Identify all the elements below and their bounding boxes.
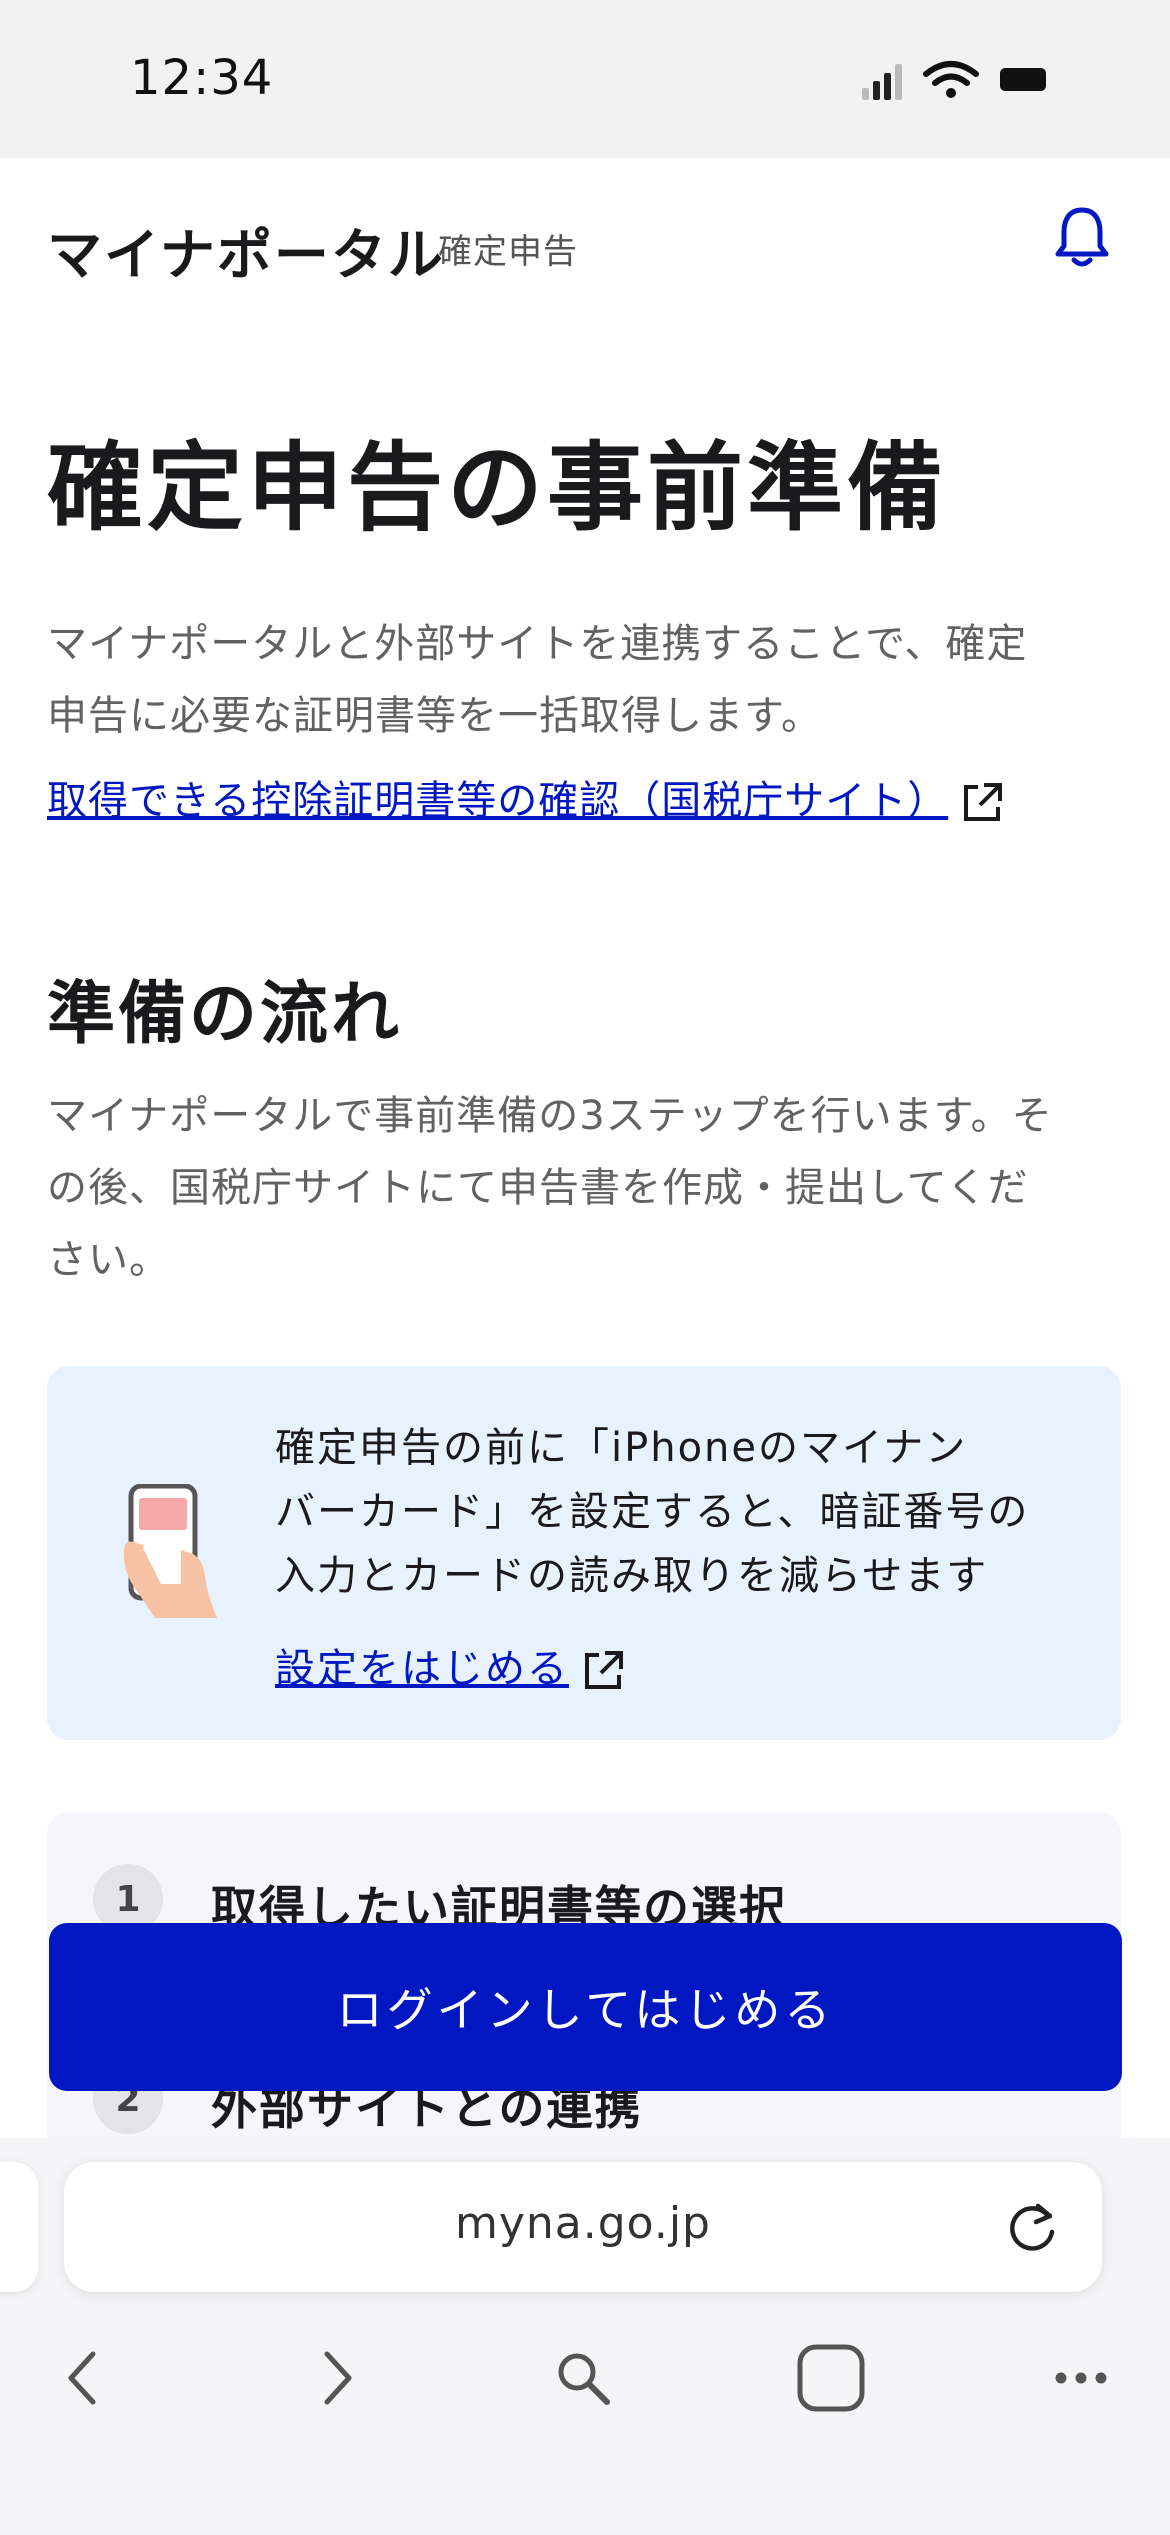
external-link-icon <box>585 1651 623 1689</box>
intro-text: マイナポータルと外部サイトを連携することで、確定 申告に必要な証明書等を一括取得… <box>47 608 1123 752</box>
phone-card-icon <box>123 1484 217 1618</box>
status-time: 12:34 <box>130 50 274 106</box>
page-title: 確定申告の事前準備 <box>47 432 947 544</box>
back-icon <box>68 2351 96 2405</box>
start-setup-link[interactable]: 設定をはじめる <box>275 1636 625 1694</box>
brand-subtitle: 確定申告 <box>438 232 578 272</box>
brand-title[interactable]: マイナポータル <box>47 210 445 290</box>
iphone-card-info-panel: 確定申告の前に「iPhoneのマイナン バーカード」を設定すると、暗証番号の 入… <box>47 1366 1121 1740</box>
home-indicator-area <box>0 2475 1170 2535</box>
info-line: 入力とカードの読み取りを減らせます <box>275 1553 989 1599</box>
external-link-icon <box>964 783 1003 821</box>
forward-button[interactable] <box>292 2328 382 2428</box>
flow-line: マイナポータルで事前準備の3ステップを行います。そ <box>47 1093 1053 1139</box>
more-icon <box>1055 2372 1107 2384</box>
info-line: バーカード」を設定すると、暗証番号の <box>275 1489 1030 1535</box>
info-text: 確定申告の前に「iPhoneのマイナン バーカード」を設定すると、暗証番号の 入… <box>275 1416 1095 1608</box>
battery-icon <box>1000 68 1046 91</box>
app-header: マイナポータル 確定申告 <box>0 158 1170 328</box>
start-setup-label: 設定をはじめる <box>275 1646 569 1692</box>
back-button[interactable] <box>38 2328 128 2428</box>
flow-description: マイナポータルで事前準備の3ステップを行います。そ の後、国税庁サイトにて申告書… <box>47 1080 1123 1296</box>
status-icons <box>862 60 1062 100</box>
search-button[interactable] <box>538 2328 628 2428</box>
intro-line: 申告に必要な証明書等を一括取得します。 <box>47 693 822 739</box>
reload-icon[interactable] <box>1004 2200 1062 2258</box>
search-icon <box>558 2353 610 2405</box>
info-line: 確定申告の前に「iPhoneのマイナン <box>275 1425 968 1471</box>
wifi-icon <box>923 61 979 98</box>
forward-icon <box>324 2351 352 2405</box>
deduction-certificate-link[interactable]: 取得できる控除証明書等の確認（国税庁サイト） <box>47 768 1004 826</box>
tabs-icon <box>797 2344 865 2412</box>
status-bar: 12:34 <box>0 0 1170 158</box>
deduction-link-label: 取得できる控除証明書等の確認（国税庁サイト） <box>47 778 949 824</box>
browser-nav-row <box>0 2328 1170 2428</box>
intro-line: マイナポータルと外部サイトを連携することで、確定 <box>47 621 1028 667</box>
browser-toolbar: myna.go.jp <box>0 2138 1170 2535</box>
address-bar[interactable]: myna.go.jp <box>64 2162 1102 2292</box>
url-text: myna.go.jp <box>455 2198 711 2249</box>
bell-icon[interactable] <box>1052 204 1112 270</box>
more-button[interactable] <box>1036 2328 1126 2428</box>
flow-line: さい。 <box>47 1237 170 1283</box>
flow-line: の後、国税庁サイトにて申告書を作成・提出してくだ <box>47 1165 1029 1211</box>
login-start-button[interactable]: ログインしてはじめる <box>49 1923 1122 2091</box>
screen: 12:34 マイナポータル 確定申告 確定申告の事前準備 マイナポータルと外部サ… <box>0 0 1170 2535</box>
flow-title: 準備の流れ <box>47 975 403 1054</box>
previous-tab-edge[interactable] <box>0 2162 38 2292</box>
tabs-button[interactable] <box>786 2328 876 2428</box>
